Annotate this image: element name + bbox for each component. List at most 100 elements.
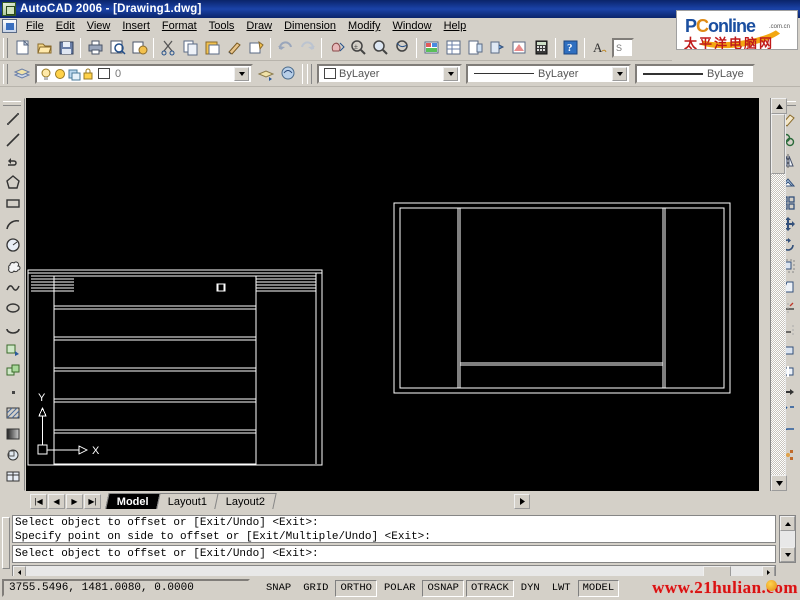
tab-model[interactable]: Model: [105, 493, 161, 509]
text-style-combo[interactable]: S: [612, 37, 634, 58]
tab-nav-last[interactable]: ▶|: [84, 493, 101, 509]
menu-edit[interactable]: Edit: [50, 18, 81, 34]
scroll-down-button[interactable]: [771, 475, 787, 491]
sheet-set-icon[interactable]: [486, 37, 508, 59]
toolbar-grip[interactable]: [3, 37, 8, 58]
save-icon[interactable]: [55, 37, 77, 59]
tab-nav-next[interactable]: ▶: [66, 493, 83, 509]
ellipse-icon[interactable]: [2, 297, 24, 318]
properties-icon[interactable]: [420, 37, 442, 59]
cut-icon[interactable]: [157, 37, 179, 59]
linetype-dropdown-arrow[interactable]: [612, 66, 627, 81]
revision-cloud-icon[interactable]: [2, 255, 24, 276]
menu-file-label: File: [26, 20, 44, 32]
status-toggle-ortho-label: ORTHO: [340, 582, 372, 594]
polygon-icon[interactable]: [2, 171, 24, 192]
scroll-up-button[interactable]: [771, 98, 787, 114]
status-toggle-osnap[interactable]: OSNAP: [422, 579, 464, 597]
calculator-icon[interactable]: [530, 37, 552, 59]
line-icon[interactable]: [2, 108, 24, 129]
design-center-icon[interactable]: [442, 37, 464, 59]
command-window-grip[interactable]: [2, 517, 10, 569]
gradient-icon[interactable]: [2, 423, 24, 444]
layer-states-icon[interactable]: [277, 63, 299, 85]
table-icon[interactable]: [2, 465, 24, 486]
command-input-line[interactable]: Select object to offset or [Exit/Undo] <…: [12, 545, 776, 563]
command-scroll-up[interactable]: [780, 516, 795, 531]
help-icon[interactable]: ?: [559, 37, 581, 59]
spline-icon[interactable]: [2, 276, 24, 297]
menu-help[interactable]: Help: [438, 18, 473, 34]
status-toggle-ortho[interactable]: ORTHO: [335, 579, 377, 597]
ellipse-arc-icon[interactable]: [2, 318, 24, 339]
tab-nav-prev[interactable]: ◀: [48, 493, 65, 509]
layer-control-combo[interactable]: 0: [35, 63, 253, 84]
make-block-icon[interactable]: [2, 360, 24, 381]
block-editor-icon[interactable]: [245, 37, 267, 59]
point-icon[interactable]: [2, 381, 24, 402]
zoom-realtime-icon[interactable]: ±: [347, 37, 369, 59]
menu-draw[interactable]: Draw: [240, 18, 278, 34]
plot-icon[interactable]: [84, 37, 106, 59]
new-icon[interactable]: [11, 37, 33, 59]
menu-modify[interactable]: Modify: [342, 18, 386, 34]
status-toggle-model[interactable]: MODEL: [577, 579, 620, 597]
open-icon[interactable]: [33, 37, 55, 59]
insert-block-icon[interactable]: [2, 339, 24, 360]
color-dropdown-arrow[interactable]: [443, 66, 458, 81]
vertical-scrollbar[interactable]: [770, 98, 787, 491]
status-toggle-snap[interactable]: SNAP: [261, 579, 297, 597]
color-control-combo[interactable]: ByLayer: [317, 63, 462, 84]
copy-icon[interactable]: [179, 37, 201, 59]
hatch-icon[interactable]: [2, 402, 24, 423]
layer-previous-icon[interactable]: [255, 63, 277, 85]
menu-window[interactable]: Window: [386, 18, 437, 34]
layer-dropdown-arrow[interactable]: [234, 66, 249, 81]
menu-view[interactable]: View: [81, 18, 117, 34]
toolbar-grip[interactable]: [2, 101, 21, 106]
status-toggle-otrack[interactable]: OTRACK: [465, 579, 514, 597]
tab-layout2[interactable]: Layout2: [214, 493, 277, 509]
construction-line-icon[interactable]: [2, 129, 24, 150]
status-toggle-polar[interactable]: POLAR: [378, 579, 421, 597]
menu-dimension[interactable]: Dimension: [278, 18, 342, 34]
menu-insert[interactable]: Insert: [116, 18, 156, 34]
status-toggle-grid[interactable]: GRID: [298, 579, 334, 597]
status-toggle-lwt[interactable]: LWT: [546, 579, 576, 597]
circle-icon[interactable]: [2, 234, 24, 255]
linetype-control-combo[interactable]: ByLayer: [466, 63, 631, 84]
zoom-window-icon[interactable]: [369, 37, 391, 59]
tab-layout1[interactable]: Layout1: [156, 493, 219, 509]
text-style-icon[interactable]: A: [588, 37, 610, 59]
toolbar-grip[interactable]: [307, 63, 312, 84]
coordinate-display[interactable]: 3755.5496, 1481.0080, 0.0000: [2, 579, 250, 597]
paste-icon[interactable]: [201, 37, 223, 59]
zoom-previous-icon[interactable]: [391, 37, 413, 59]
drawing-canvas[interactable]: X Y: [26, 98, 759, 491]
toolbar-grip[interactable]: [3, 63, 8, 84]
pan-realtime-icon[interactable]: [325, 37, 347, 59]
arc-icon[interactable]: [2, 213, 24, 234]
status-toggle-dyn[interactable]: DYN: [515, 579, 545, 597]
command-scroll-down[interactable]: [780, 547, 795, 562]
polyline-icon[interactable]: [2, 150, 24, 171]
document-icon[interactable]: [2, 19, 17, 33]
tab-nav-first[interactable]: |◀: [30, 493, 47, 509]
command-vertical-scrollbar[interactable]: [779, 515, 796, 563]
plot-preview-icon[interactable]: [106, 37, 128, 59]
rectangle-icon[interactable]: [2, 192, 24, 213]
menu-tools[interactable]: Tools: [203, 18, 241, 34]
match-properties-icon[interactable]: [223, 37, 245, 59]
menu-file[interactable]: File: [20, 18, 50, 34]
tool-palettes-icon[interactable]: [464, 37, 486, 59]
tab-scroll-button[interactable]: [514, 494, 530, 509]
menu-format[interactable]: Format: [156, 18, 203, 34]
lineweight-control-combo[interactable]: ByLaye: [635, 63, 755, 84]
publish-icon[interactable]: [128, 37, 150, 59]
region-icon[interactable]: [2, 444, 24, 465]
layer-properties-icon[interactable]: [11, 63, 33, 85]
redo-icon[interactable]: [296, 37, 318, 59]
markup-set-icon[interactable]: [508, 37, 530, 59]
undo-icon[interactable]: [274, 37, 296, 59]
vertical-scroll-thumb[interactable]: [771, 114, 785, 174]
